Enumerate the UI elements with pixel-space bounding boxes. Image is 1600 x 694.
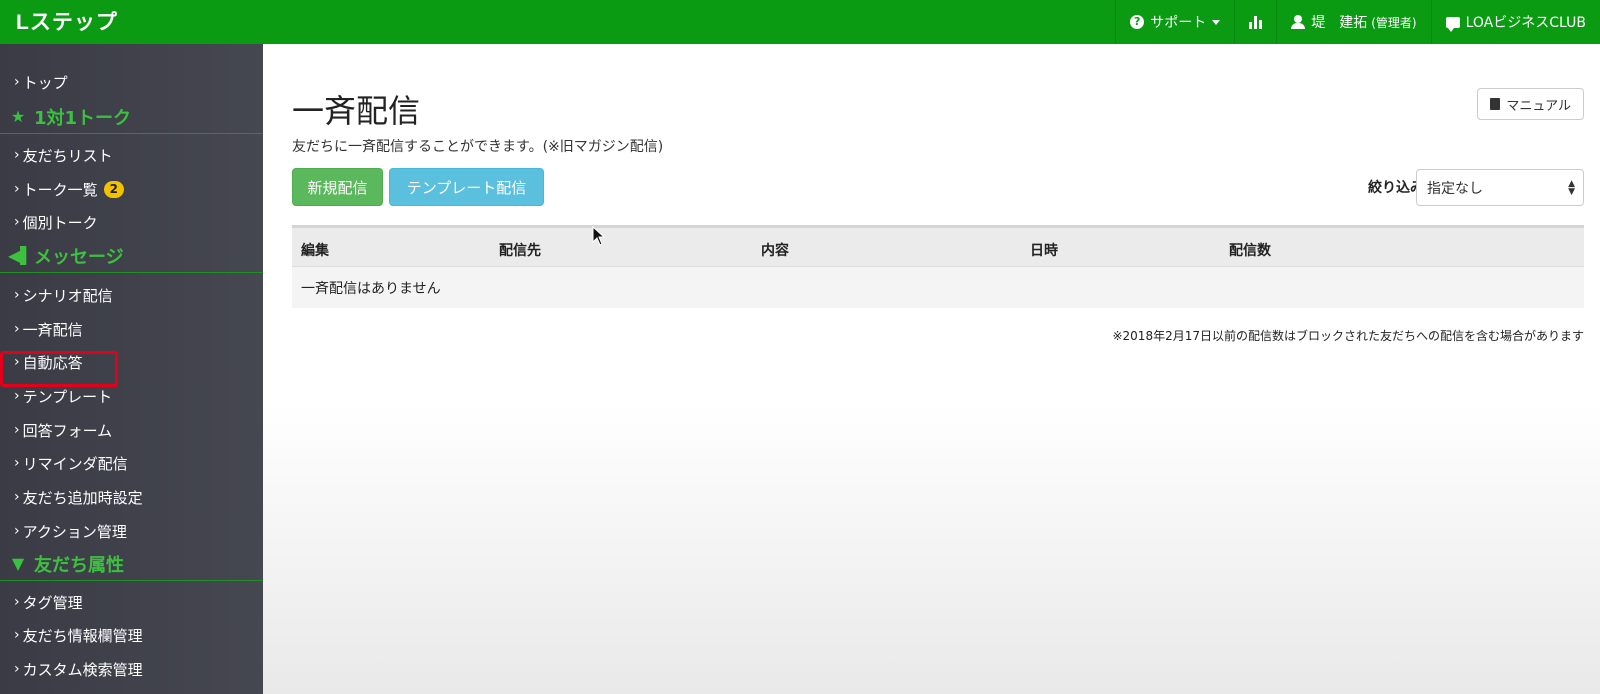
sidebar-item-label: アクション管理 bbox=[22, 522, 127, 541]
new-broadcast-button[interactable]: 新規配信 bbox=[292, 168, 383, 206]
section-label: 友だち属性 bbox=[34, 554, 124, 576]
filter-icon: ▼ bbox=[11, 554, 25, 573]
template-broadcast-button[interactable]: テンプレート配信 bbox=[389, 168, 544, 206]
manual-label: マニュアル bbox=[1506, 98, 1571, 114]
sidebar-item-label: カスタム検索管理 bbox=[22, 660, 143, 679]
sidebar-item-friend-info-manage[interactable]: › 友だち情報欄管理 bbox=[0, 620, 263, 650]
select-arrows-icon: ▲ ▼ bbox=[1568, 179, 1575, 197]
question-icon: ? bbox=[1130, 15, 1145, 29]
sidebar-item-action-manage[interactable]: › アクション管理 bbox=[0, 516, 263, 546]
page-title: 一斉配信 bbox=[292, 92, 421, 130]
chevron-right-icon: › bbox=[14, 388, 20, 404]
sidebar-item-label: 一斉配信 bbox=[22, 320, 83, 339]
sidebar-item-custom-search[interactable]: › カスタム検索管理 bbox=[0, 654, 263, 684]
broadcast-table: 編集 配信先 内容 日時 配信数 一斉配信はありません bbox=[292, 225, 1584, 308]
caret-down-icon bbox=[1212, 19, 1221, 25]
chevron-right-icon: › bbox=[14, 147, 20, 163]
main-content: 一斉配信 友だちに一斉配信することができます。(※旧マガジン配信) マニュアル … bbox=[263, 44, 1600, 694]
sidebar-item-friend-list[interactable]: › 友だちリスト bbox=[0, 140, 263, 170]
manual-button[interactable]: マニュアル bbox=[1477, 88, 1584, 120]
sidebar-item-friend-add-settings[interactable]: › 友だち追加時設定 bbox=[0, 482, 263, 512]
col-header-count: 配信数 bbox=[1229, 243, 1271, 259]
sidebar-section-friend-attr: ▼ 友だち属性 bbox=[0, 547, 263, 581]
col-header-destination: 配信先 bbox=[499, 243, 541, 259]
col-header-datetime: 日時 bbox=[1030, 243, 1058, 259]
section-label: 1対1トーク bbox=[34, 107, 132, 129]
chevron-right-icon: › bbox=[14, 489, 20, 505]
col-header-edit: 編集 bbox=[301, 243, 329, 259]
user-name: 堤 建拓 bbox=[1311, 15, 1368, 31]
sidebar: › トップ ★ 1対1トーク › 友だちリスト › トーク一覧 2 › 個別トーク ◀▌ メッ… bbox=[0, 44, 263, 694]
sidebar-item-scenario[interactable]: › シナリオ配信 bbox=[0, 280, 263, 310]
sidebar-item-label: リマインダ配信 bbox=[22, 454, 128, 473]
stats-button[interactable] bbox=[1234, 0, 1276, 44]
chevron-right-icon: › bbox=[14, 214, 20, 230]
filter-selected-value: 指定なし bbox=[1427, 180, 1483, 197]
chevron-right-icon: › bbox=[14, 74, 20, 90]
sidebar-item-reminder[interactable]: › リマインダ配信 bbox=[0, 448, 263, 478]
chevron-right-icon: › bbox=[14, 455, 20, 471]
sidebar-item-label: 友だち情報欄管理 bbox=[22, 626, 143, 645]
brand-logo[interactable]: Lステップ bbox=[16, 6, 118, 36]
unread-badge: 2 bbox=[103, 180, 124, 198]
table-empty-row: 一斉配信はありません bbox=[292, 267, 1584, 308]
sidebar-item-broadcast[interactable]: › 一斉配信 bbox=[0, 314, 263, 344]
sidebar-section-talk: ★ 1対1トーク bbox=[0, 100, 263, 134]
footnote: ※2018年2月17日以前の配信数はブロックされた友だちへの配信を含む場合があり… bbox=[1112, 329, 1584, 343]
sidebar-item-label: 個別トーク bbox=[22, 213, 98, 232]
col-header-content: 内容 bbox=[761, 243, 789, 259]
org-menu[interactable]: LOAビジネスCLUB bbox=[1430, 0, 1600, 44]
sidebar-item-label: テンプレート bbox=[22, 387, 113, 406]
support-label: サポート bbox=[1150, 15, 1207, 31]
chevron-right-icon: › bbox=[14, 594, 20, 610]
mouse-cursor-icon bbox=[592, 226, 606, 246]
filter-select[interactable]: 指定なし ▲ ▼ bbox=[1416, 169, 1584, 206]
chevron-right-icon: › bbox=[14, 523, 20, 539]
chevron-right-icon: › bbox=[14, 661, 20, 677]
support-menu[interactable]: ? サポート bbox=[1115, 0, 1234, 44]
top-nav: ? サポート 堤 建拓 (管理者) LOAビジネスCLUB bbox=[1115, 0, 1600, 44]
section-label: メッセージ bbox=[34, 246, 124, 268]
chevron-right-icon: › bbox=[14, 627, 20, 643]
org-label: LOAビジネスCLUB bbox=[1465, 15, 1586, 31]
chevron-right-icon: › bbox=[14, 422, 20, 438]
top-navbar: Lステップ ? サポート 堤 建拓 (管理者) LOAビジネスCLUB bbox=[0, 0, 1600, 44]
active-item-highlight bbox=[0, 351, 118, 387]
sidebar-item-label: 友だち追加時設定 bbox=[22, 488, 143, 507]
sidebar-item-answer-form[interactable]: › 回答フォーム bbox=[0, 415, 263, 445]
page-description: 友だちに一斉配信することができます。(※旧マガジン配信) bbox=[292, 139, 664, 155]
sidebar-item-label: トーク一覧 bbox=[22, 180, 98, 199]
book-icon bbox=[1490, 98, 1501, 110]
sidebar-item-label: シナリオ配信 bbox=[22, 286, 113, 305]
chevron-right-icon: › bbox=[14, 181, 20, 197]
user-menu[interactable]: 堤 建拓 (管理者) bbox=[1276, 0, 1430, 44]
sidebar-item-tag-manage[interactable]: › タグ管理 bbox=[0, 587, 263, 617]
user-icon bbox=[1291, 15, 1306, 29]
sidebar-item-label: 友だちリスト bbox=[22, 146, 113, 165]
sidebar-item-individual-talk[interactable]: › 個別トーク bbox=[0, 207, 263, 237]
sidebar-item-label: タグ管理 bbox=[22, 593, 83, 612]
chevron-right-icon: › bbox=[14, 287, 20, 303]
chat-icon bbox=[1445, 16, 1460, 32]
sidebar-section-message: ◀▌ メッセージ bbox=[0, 239, 263, 273]
user-role: (管理者) bbox=[1371, 15, 1417, 30]
sidebar-item-top[interactable]: › トップ bbox=[0, 67, 263, 97]
megaphone-icon: ◀▌ bbox=[8, 246, 33, 265]
chevron-right-icon: › bbox=[14, 321, 20, 337]
star-icon: ★ bbox=[10, 107, 26, 126]
sidebar-item-label: トップ bbox=[22, 73, 68, 92]
sidebar-item-talk-list[interactable]: › トーク一覧 2 bbox=[0, 174, 263, 204]
bar-chart-icon bbox=[1249, 15, 1263, 29]
sidebar-item-label: 回答フォーム bbox=[22, 421, 113, 440]
table-header: 編集 配信先 内容 日時 配信数 bbox=[292, 225, 1584, 267]
